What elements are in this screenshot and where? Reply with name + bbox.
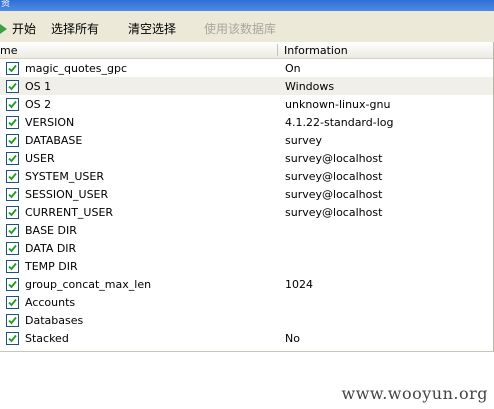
use-database-button[interactable]: 使用该数据库: [204, 20, 276, 37]
row-checkbox[interactable]: [6, 296, 19, 309]
table-header: me Information: [0, 42, 494, 59]
checkmark-icon: [8, 208, 17, 217]
table-row[interactable]: OS 1 Windows: [0, 77, 494, 95]
row-information: survey@localhost: [285, 188, 383, 201]
row-name: group_concat_max_len: [25, 278, 152, 291]
play-icon: [0, 24, 7, 34]
table-row[interactable]: OS 2 unknown-linux-gnu: [0, 95, 494, 113]
window-title: 资: [1, 0, 11, 9]
row-name: Accounts: [25, 296, 76, 309]
table-row[interactable]: Databases: [0, 311, 494, 329]
table-row[interactable]: DATA DIR: [0, 239, 494, 257]
table-row[interactable]: SESSION_USER survey@localhost: [0, 185, 494, 203]
checkmark-icon: [8, 100, 17, 109]
row-checkbox[interactable]: [6, 80, 19, 93]
row-information: No: [285, 332, 300, 345]
checkmark-icon: [8, 136, 17, 145]
checkmark-icon: [8, 316, 17, 325]
row-information: survey: [285, 134, 323, 147]
checkmark-icon: [8, 334, 17, 343]
row-name: VERSION: [25, 116, 75, 129]
checkmark-icon: [8, 190, 17, 199]
row-information: 4.1.22-standard-log: [285, 116, 394, 129]
select-all-button[interactable]: 选择所有: [51, 20, 99, 37]
table-row[interactable]: CURRENT_USER survey@localhost: [0, 203, 494, 221]
checkmark-icon: [8, 298, 17, 307]
row-information: Windows: [285, 80, 335, 93]
table-row[interactable]: TEMP DIR: [0, 257, 494, 275]
table-row[interactable]: magic_quotes_gpc On: [0, 59, 494, 77]
window-title-bar: 资: [0, 0, 494, 11]
row-checkbox[interactable]: [6, 278, 19, 291]
checkmark-icon: [8, 244, 17, 253]
column-header-information[interactable]: Information: [284, 44, 348, 57]
table-row[interactable]: VERSION 4.1.22-standard-log: [0, 113, 494, 131]
checkmark-icon: [8, 64, 17, 73]
row-checkbox[interactable]: [6, 152, 19, 165]
table-row[interactable]: USER survey@localhost: [0, 149, 494, 167]
table-row[interactable]: group_concat_max_len 1024: [0, 275, 494, 293]
watermark: www.wooyun.org: [341, 384, 488, 403]
row-information: On: [285, 62, 301, 75]
row-checkbox[interactable]: [6, 170, 19, 183]
row-checkbox[interactable]: [6, 260, 19, 273]
row-checkbox[interactable]: [6, 116, 19, 129]
column-header-name[interactable]: me: [0, 44, 17, 57]
table-row[interactable]: DATABASE survey: [0, 131, 494, 149]
checkmark-icon: [8, 262, 17, 271]
row-information: survey@localhost: [285, 152, 383, 165]
row-information: 1024: [285, 278, 313, 291]
row-name: Stacked: [25, 332, 69, 345]
row-information: survey@localhost: [285, 206, 383, 219]
row-checkbox[interactable]: [6, 188, 19, 201]
checkmark-icon: [8, 280, 17, 289]
checkmark-icon: [8, 172, 17, 181]
row-name: magic_quotes_gpc: [25, 62, 128, 75]
row-checkbox[interactable]: [6, 314, 19, 327]
row-name: DATABASE: [25, 134, 83, 147]
column-divider[interactable]: [277, 44, 278, 56]
row-information: unknown-linux-gnu: [285, 98, 391, 111]
row-name: BASE DIR: [25, 224, 77, 237]
row-checkbox[interactable]: [6, 206, 19, 219]
table-row[interactable]: Accounts: [0, 293, 494, 311]
row-name: USER: [25, 152, 55, 165]
row-information: survey@localhost: [285, 170, 383, 183]
table-row[interactable]: Stacked No: [0, 329, 494, 347]
row-name: TEMP DIR: [25, 260, 78, 273]
checkmark-icon: [8, 82, 17, 91]
row-name: Databases: [25, 314, 84, 327]
toolbar: 开始 选择所有 清空选择 使用该数据库: [0, 11, 494, 43]
row-name: CURRENT_USER: [25, 206, 114, 219]
row-name: SESSION_USER: [25, 188, 109, 201]
checkmark-icon: [8, 154, 17, 163]
row-checkbox[interactable]: [6, 242, 19, 255]
row-checkbox[interactable]: [6, 224, 19, 237]
row-checkbox[interactable]: [6, 62, 19, 75]
row-name: SYSTEM_USER: [25, 170, 104, 183]
checkmark-icon: [8, 226, 17, 235]
row-name: OS 2: [25, 98, 52, 111]
row-name: DATA DIR: [25, 242, 77, 255]
start-button[interactable]: 开始: [12, 20, 36, 37]
row-checkbox[interactable]: [6, 332, 19, 345]
row-checkbox[interactable]: [6, 134, 19, 147]
row-name: OS 1: [25, 80, 52, 93]
table-row[interactable]: BASE DIR: [0, 221, 494, 239]
table-bottom-border: [0, 351, 494, 352]
checkmark-icon: [8, 118, 17, 127]
row-checkbox[interactable]: [6, 98, 19, 111]
table-row[interactable]: SYSTEM_USER survey@localhost: [0, 167, 494, 185]
clear-selection-button[interactable]: 清空选择: [128, 20, 176, 37]
